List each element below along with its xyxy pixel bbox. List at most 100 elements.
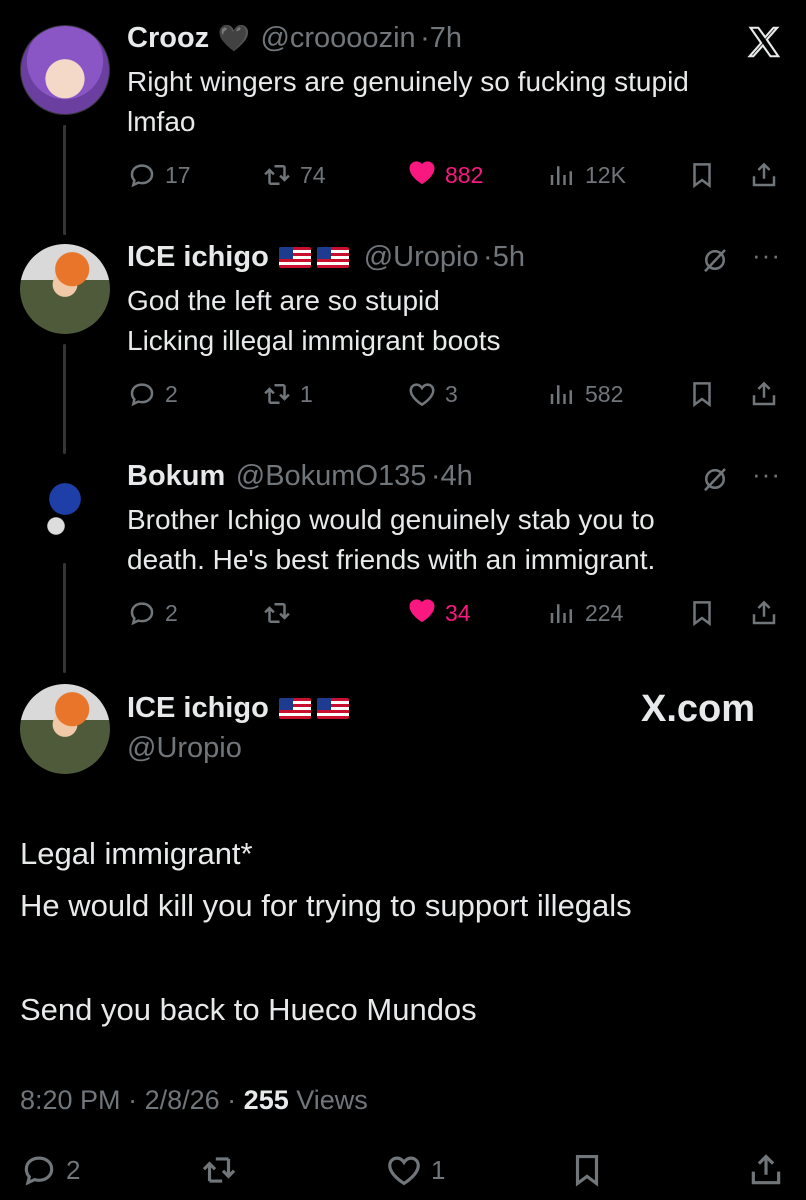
tweet-time[interactable]: 8:20 PM (20, 1085, 121, 1115)
share-icon (747, 1151, 785, 1189)
more-icon[interactable]: ··· (752, 459, 781, 490)
views-count: 582 (585, 380, 624, 407)
heart-badge-icon: 🖤 (217, 23, 250, 53)
like-button[interactable]: 1 (385, 1150, 445, 1190)
views-count: 255 (243, 1085, 289, 1115)
share-button[interactable] (749, 593, 779, 633)
tweet-text: Brother Ichigo would genuinely stab you … (127, 500, 655, 580)
like-button[interactable]: 3 (407, 374, 458, 414)
tweet-header: Crooz 🖤 @croooozin ·7h (127, 22, 462, 55)
views-button[interactable]: 582 (547, 374, 623, 414)
retweet-button[interactable]: 1 (262, 374, 313, 414)
avatar[interactable] (20, 25, 110, 115)
retweet-button[interactable]: 74 (262, 155, 326, 195)
retweet-button[interactable] (200, 1150, 246, 1190)
watermark: X.com (641, 688, 756, 730)
tweet-actions: 2 34 224 (127, 593, 787, 633)
heart-icon (407, 595, 437, 625)
bookmark-button[interactable] (687, 593, 717, 633)
reply-count: 2 (165, 599, 178, 626)
tweet-line: Brother Ichigo would genuinely stab you … (127, 504, 655, 535)
author-handle[interactable]: @Uropio (364, 241, 479, 273)
like-count: 882 (445, 161, 484, 188)
retweet-count: 74 (300, 161, 326, 188)
author-handle[interactable]: @croooozin (260, 22, 415, 54)
tweet-line: He would kill you for trying to support … (20, 888, 632, 923)
thread-line (63, 344, 66, 454)
separator: · (227, 1085, 244, 1115)
reply-count: 17 (165, 161, 191, 188)
reply-button[interactable]: 17 (127, 155, 191, 195)
heart-icon (407, 157, 437, 187)
tweet-header: ICE ichigo @Uropio ·5h (127, 241, 525, 274)
like-button[interactable]: 882 (407, 155, 483, 195)
tweet-time[interactable]: 5h (493, 241, 525, 273)
reply-icon (127, 160, 157, 190)
tweet-header: Bokum @BokumO135 ·4h (127, 460, 473, 493)
bookmark-button[interactable] (687, 155, 717, 195)
heart-icon (407, 379, 437, 409)
more-icon[interactable]: ··· (752, 240, 781, 271)
tweet-date[interactable]: 2/8/26 (145, 1085, 220, 1115)
author-name[interactable]: Crooz (127, 22, 209, 54)
share-button[interactable] (749, 374, 779, 414)
share-icon (749, 379, 779, 409)
tweet-text: Right wingers are genuinely so fucking s… (127, 62, 689, 142)
tweet-line: lmfao (127, 106, 196, 137)
retweet-icon (200, 1151, 238, 1189)
tweet-line: Send you back to Hueco Mundos (20, 992, 477, 1027)
tweet-line: God the left are so stupid (127, 285, 440, 316)
views-count: 12K (585, 161, 626, 188)
tweet-time[interactable]: 4h (441, 460, 473, 492)
share-button[interactable] (747, 1150, 785, 1190)
bookmark-icon (687, 598, 717, 628)
separator: · (128, 1085, 145, 1115)
x-logo-icon[interactable] (746, 24, 782, 60)
reply-count: 2 (165, 380, 178, 407)
retweet-icon (262, 379, 292, 409)
views-icon (547, 379, 577, 409)
us-flag-icon (317, 698, 350, 719)
share-icon (749, 160, 779, 190)
avatar[interactable] (20, 244, 110, 334)
author-handle[interactable]: @Uropio (127, 732, 242, 765)
tweet-time[interactable]: 7h (430, 22, 462, 54)
bookmark-icon (568, 1151, 606, 1189)
views-icon (547, 160, 577, 190)
bookmark-button[interactable] (568, 1150, 606, 1190)
like-count: 34 (445, 599, 471, 626)
retweet-button[interactable] (262, 593, 300, 633)
reply-icon (127, 598, 157, 628)
reply-count: 2 (66, 1154, 81, 1185)
avatar[interactable] (20, 684, 110, 774)
bookmark-icon (687, 379, 717, 409)
reply-button[interactable]: 2 (127, 374, 178, 414)
views-button[interactable]: 224 (547, 593, 623, 633)
us-flag-icon (317, 247, 350, 268)
tweet-line: Licking illegal immigrant boots (127, 325, 501, 356)
author-name[interactable]: ICE ichigo (127, 692, 269, 724)
avatar[interactable] (20, 463, 110, 553)
separator: · (483, 241, 493, 273)
thread-line (63, 563, 66, 673)
main-tweet-author: ICE ichigo (127, 692, 350, 725)
author-name[interactable]: ICE ichigo (127, 241, 269, 273)
thread-line (63, 125, 66, 235)
tweet-line: Right wingers are genuinely so fucking s… (127, 66, 689, 97)
grok-icon[interactable] (700, 245, 730, 275)
like-button[interactable]: 34 (407, 593, 471, 633)
like-count: 1 (431, 1154, 446, 1185)
author-name[interactable]: Bokum (127, 460, 225, 492)
share-button[interactable] (749, 155, 779, 195)
grok-icon[interactable] (700, 464, 730, 494)
reply-button[interactable]: 2 (20, 1150, 80, 1190)
heart-icon (385, 1151, 423, 1189)
bookmark-icon (687, 160, 717, 190)
author-handle[interactable]: @BokumO135 (236, 460, 427, 492)
main-tweet-text: Legal immigrant* He would kill you for t… (20, 828, 632, 1036)
views-button[interactable]: 12K (547, 155, 626, 195)
reply-icon (20, 1151, 58, 1189)
reply-button[interactable]: 2 (127, 593, 178, 633)
bookmark-button[interactable] (687, 374, 717, 414)
us-flag-icon (279, 698, 312, 719)
